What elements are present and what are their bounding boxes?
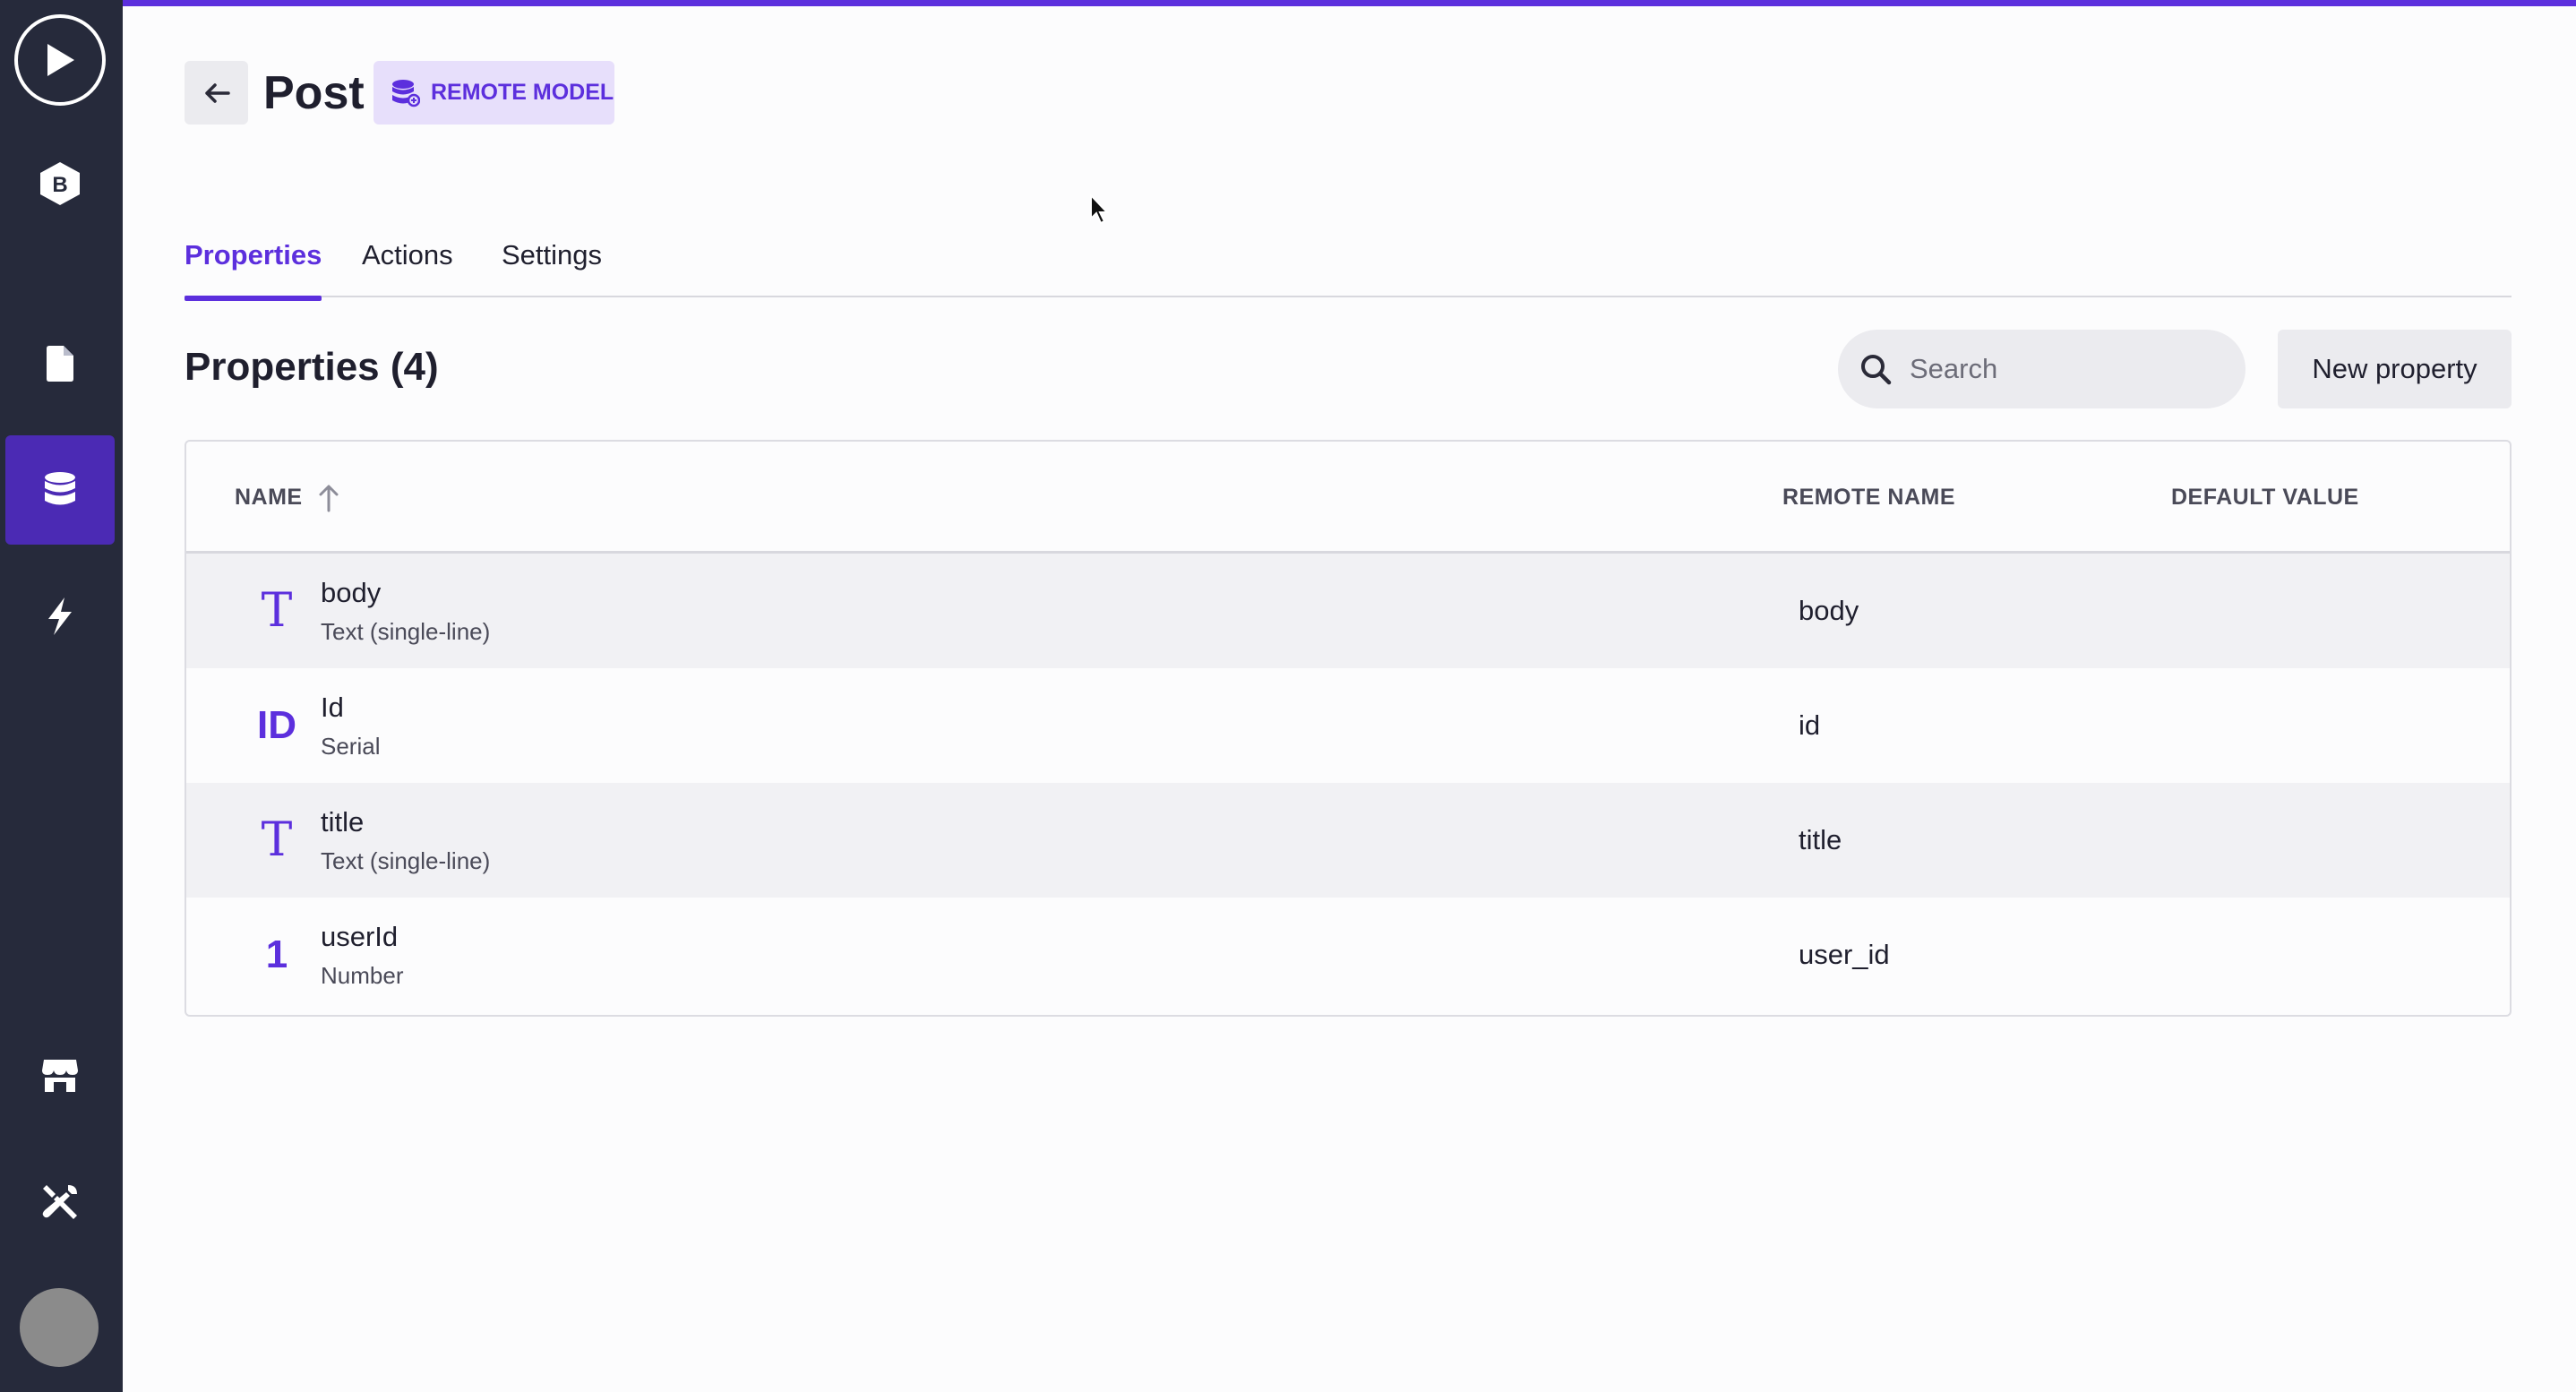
sidebar: B xyxy=(0,0,123,1392)
table-row[interactable]: T body Text (single-line) body xyxy=(186,554,2510,668)
svg-text:B: B xyxy=(52,173,67,197)
search-icon xyxy=(1861,355,1892,385)
table-row[interactable]: T title Text (single-line) title xyxy=(186,783,2510,898)
search-input[interactable] xyxy=(1910,353,2205,385)
arrow-up-icon xyxy=(319,485,339,512)
sidebar-item-store[interactable] xyxy=(5,1021,115,1130)
store-icon xyxy=(42,1060,78,1092)
tab-settings[interactable]: Settings xyxy=(502,233,602,297)
column-header-label: NAME xyxy=(235,485,303,510)
badge-label: REMOTE MODEL xyxy=(431,80,614,105)
play-icon xyxy=(47,44,74,76)
sidebar-item-tools[interactable] xyxy=(5,1147,115,1257)
sidebar-item-models[interactable] xyxy=(5,435,115,545)
properties-table: NAME REMOTE NAME DEFAULT VALUE T body Te… xyxy=(185,440,2512,1017)
sidebar-item-pages[interactable] xyxy=(5,309,115,418)
remote-model-badge: REMOTE MODEL xyxy=(374,61,614,125)
bolt-icon xyxy=(48,597,72,635)
text-type-icon: T xyxy=(261,584,293,638)
file-icon xyxy=(47,346,73,382)
number-type-icon: 1 xyxy=(265,932,288,976)
column-header-remote-name[interactable]: REMOTE NAME xyxy=(1782,442,1955,554)
top-accent-bar xyxy=(123,0,2576,6)
text-type-icon: T xyxy=(261,813,293,867)
back-button[interactable] xyxy=(185,61,248,125)
property-name: userId xyxy=(321,921,399,952)
remote-name: title xyxy=(1799,824,1842,855)
id-type-icon: ID xyxy=(257,703,296,747)
section-title: Properties (4) xyxy=(185,345,439,389)
app-root: B Post REMOTE MODEL Properties Actions S… xyxy=(0,0,2576,1392)
database-icon xyxy=(45,472,75,505)
column-header-name[interactable]: NAME xyxy=(235,442,339,554)
table-row[interactable]: 1 userId Number user_id xyxy=(186,898,2510,1012)
property-name: title xyxy=(321,806,365,838)
mouse-cursor-icon xyxy=(1090,193,1110,225)
avatar[interactable] xyxy=(20,1288,99,1367)
property-name: body xyxy=(321,577,382,608)
sidebar-item-logo[interactable]: B xyxy=(5,129,115,238)
column-header-default-value[interactable]: DEFAULT VALUE xyxy=(2171,442,2359,554)
remote-name: body xyxy=(1799,595,1859,626)
new-property-button[interactable]: New property xyxy=(2278,330,2512,408)
tools-icon xyxy=(42,1185,77,1219)
property-type: Number xyxy=(321,962,404,989)
search-box[interactable] xyxy=(1838,330,2245,408)
property-type: Text (single-line) xyxy=(321,847,491,874)
tab-properties[interactable]: Properties xyxy=(185,233,322,301)
tab-actions[interactable]: Actions xyxy=(362,233,453,297)
remote-name: id xyxy=(1799,709,1821,741)
tab-bar: Properties Actions Settings xyxy=(185,233,2512,301)
sidebar-item-actions[interactable] xyxy=(5,562,115,671)
property-type: Serial xyxy=(321,733,381,760)
table-header: NAME REMOTE NAME DEFAULT VALUE xyxy=(186,442,2510,554)
remote-database-icon xyxy=(392,79,420,107)
table-row[interactable]: ID Id Serial id xyxy=(186,668,2510,783)
play-button[interactable] xyxy=(14,14,106,106)
arrow-left-icon xyxy=(204,82,230,103)
table-body: T body Text (single-line) body ID Id Ser… xyxy=(186,554,2510,1012)
logo-icon: B xyxy=(40,162,80,205)
property-name: Id xyxy=(321,692,344,723)
remote-name: user_id xyxy=(1799,939,1890,970)
property-type: Text (single-line) xyxy=(321,618,491,645)
page-title: Post xyxy=(263,67,365,119)
